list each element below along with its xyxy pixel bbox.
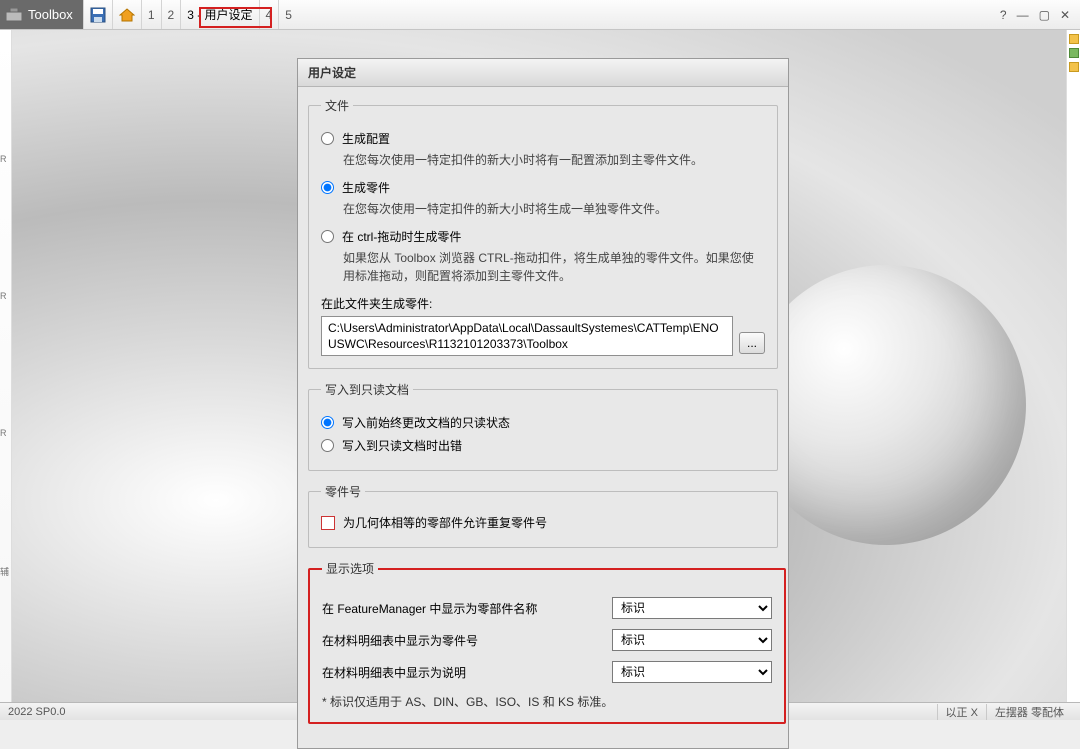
status-seg-1: 以正 X [937, 704, 986, 720]
fm-name-label: 在 FeatureManager 中显示为零部件名称 [322, 600, 592, 617]
minimize-icon[interactable]: — [1017, 8, 1029, 22]
step-tabs: 1 2 3 - 用户设定 4 5 [141, 0, 298, 29]
step-5[interactable]: 5 [278, 0, 298, 29]
floppy-icon [90, 7, 106, 23]
top-toolbar: Toolbox 1 2 3 - 用户设定 4 5 ? — ▢ ✕ [0, 0, 1080, 30]
bom-partno-select[interactable]: 标识 [612, 629, 772, 651]
step-1[interactable]: 1 [141, 0, 161, 29]
left-sidebar-fragment: RRR辅 [0, 30, 12, 702]
readonly-legend: 写入到只读文档 [321, 381, 413, 398]
fm-name-select[interactable]: 标识 [612, 597, 772, 619]
radio-change-readonly[interactable] [321, 416, 334, 429]
home-button[interactable] [112, 0, 141, 29]
status-seg-2: 左摆器 零配体 [986, 704, 1072, 720]
home-icon [119, 7, 135, 23]
window-controls: ? — ▢ ✕ [990, 8, 1080, 22]
save-button[interactable] [83, 0, 112, 29]
radio-generate-part[interactable] [321, 181, 334, 194]
step-4[interactable]: 4 [259, 0, 279, 29]
file-group: 文件 生成配置 在您每次使用一特定扣件的新大小时将有一配置添加到主零件文件。 生… [308, 97, 778, 369]
dialog-title: 用户设定 [298, 59, 788, 87]
path-label: 在此文件夹生成零件: [321, 295, 765, 312]
display-legend: 显示选项 [322, 560, 378, 577]
app-chip: Toolbox [0, 0, 83, 29]
radio-error-readonly[interactable] [321, 439, 334, 452]
radio-ctrl-drag-desc: 如果您从 Toolbox 浏览器 CTRL-拖动扣件，将生成单独的零件文件。如果… [343, 249, 765, 285]
user-settings-dialog: 用户设定 文件 生成配置 在您每次使用一特定扣件的新大小时将有一配置添加到主零件… [297, 58, 789, 749]
checkbox-allow-dup-partno[interactable] [321, 516, 335, 530]
bom-desc-select[interactable]: 标识 [612, 661, 772, 683]
app-title: Toolbox [28, 7, 73, 22]
checkbox-allow-dup-partno-label: 为几何体相等的零部件允许重复零件号 [343, 514, 547, 531]
radio-generate-config[interactable] [321, 132, 334, 145]
close-icon[interactable]: ✕ [1060, 8, 1070, 22]
help-icon[interactable]: ? [1000, 8, 1007, 22]
path-input[interactable]: C:\Users\Administrator\AppData\Local\Das… [321, 316, 733, 356]
radio-ctrl-drag-label: 在 ctrl-拖动时生成零件 [342, 228, 461, 245]
display-note: * 标识仅适用于 AS、DIN、GB、ISO、IS 和 KS 标准。 [322, 693, 772, 710]
radio-generate-config-desc: 在您每次使用一特定扣件的新大小时将有一配置添加到主零件文件。 [343, 151, 765, 169]
bom-desc-label: 在材料明细表中显示为说明 [322, 664, 592, 681]
radio-generate-part-desc: 在您每次使用一特定扣件的新大小时将生成一单独零件文件。 [343, 200, 765, 218]
bom-partno-label: 在材料明细表中显示为零件号 [322, 632, 592, 649]
right-sidebar-fragment [1066, 30, 1080, 702]
readonly-group: 写入到只读文档 写入前始终更改文档的只读状态 写入到只读文档时出错 [308, 381, 778, 471]
browse-button[interactable]: ... [739, 332, 765, 354]
partno-legend: 零件号 [321, 483, 365, 500]
radio-error-readonly-label: 写入到只读文档时出错 [342, 437, 462, 454]
file-legend: 文件 [321, 97, 353, 114]
step-2[interactable]: 2 [161, 0, 181, 29]
maximize-icon[interactable]: ▢ [1039, 8, 1050, 22]
display-options-group: 显示选项 在 FeatureManager 中显示为零部件名称 标识 在材料明细… [308, 560, 786, 724]
partno-group: 零件号 为几何体相等的零部件允许重复零件号 [308, 483, 778, 548]
radio-ctrl-drag[interactable] [321, 230, 334, 243]
radio-generate-config-label: 生成配置 [342, 130, 390, 147]
radio-generate-part-label: 生成零件 [342, 179, 390, 196]
step-3[interactable]: 3 - 用户设定 [180, 0, 258, 29]
toolbox-icon [6, 8, 22, 22]
status-version: 2022 SP0.0 [8, 706, 66, 718]
radio-change-readonly-label: 写入前始终更改文档的只读状态 [342, 414, 510, 431]
